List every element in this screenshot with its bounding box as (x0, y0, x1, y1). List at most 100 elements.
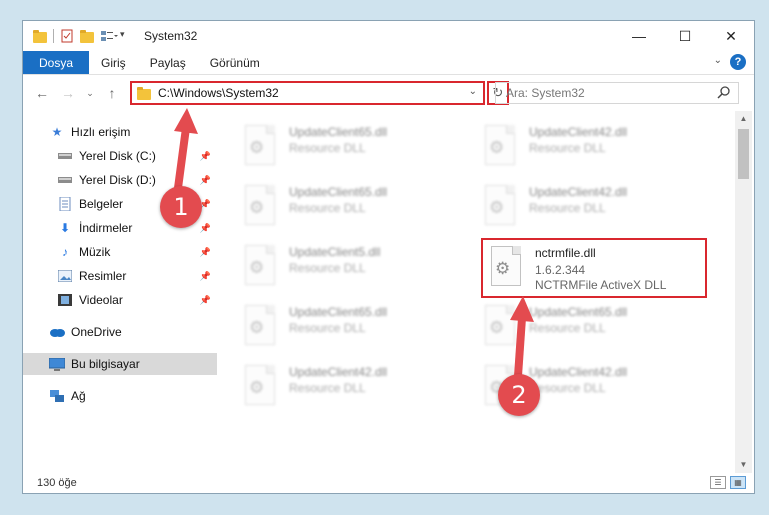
drive-icon (57, 173, 73, 187)
navigation-bar: ← → ⌄ ↑ C:\Windows\System32 ⌄ ↻ Ara: Sys… (23, 75, 754, 111)
dll-file-icon: ⚙ (487, 244, 525, 290)
scroll-down-icon[interactable]: ▼ (735, 457, 752, 473)
file-description: Resource DLL (289, 261, 366, 275)
file-list: ⚙ UpdateClient65.dll Resource DLL ⚙ Updat… (219, 115, 733, 471)
sidebar-item-local-disk-c[interactable]: Yerel Disk (C:) 📌 (23, 145, 217, 167)
file-description: Resource DLL (529, 141, 606, 155)
forward-arrow-icon[interactable]: → (57, 85, 79, 101)
sidebar-item-label: Yerel Disk (C:) (79, 149, 156, 163)
customize-toolbar-icon[interactable]: ▾ (120, 29, 134, 43)
recent-locations-icon[interactable]: ⌄ (79, 88, 101, 99)
view-toggle: ☰ ▦ (710, 476, 746, 489)
file-tile[interactable]: ⚙ UpdateClient42.dll Resource DLL (481, 183, 701, 237)
ribbon-tabs: Dosya Giriş Paylaş Görünüm ⌄ ? (23, 51, 754, 75)
file-tile[interactable]: ⚙ UpdateClient5.dll Resource DLL (241, 243, 461, 297)
tab-view[interactable]: Görünüm (198, 51, 272, 74)
sidebar-item-network[interactable]: Ağ (23, 385, 217, 407)
sidebar-item-this-pc[interactable]: Bu bilgisayar (23, 353, 217, 375)
sidebar-item-videos[interactable]: Videolar 📌 (23, 289, 217, 311)
file-tile[interactable]: ⚙ UpdateClient65.dll Resource DLL (241, 123, 461, 177)
file-tile[interactable]: ⚙ UpdateClient42.dll Resource DLL (241, 363, 461, 417)
tab-home[interactable]: Giriş (89, 51, 138, 74)
file-tile[interactable]: ⚙ UpdateClient42.dll Resource DLL (481, 123, 701, 177)
file-name: UpdateClient42.dll (529, 365, 628, 379)
dll-file-icon: ⚙ (241, 303, 279, 349)
tab-share[interactable]: Paylaş (138, 51, 198, 74)
sidebar-item-onedrive[interactable]: OneDrive (23, 321, 217, 343)
network-icon (49, 389, 65, 403)
video-icon (57, 293, 73, 307)
file-name: nctrmfile.dll (535, 246, 596, 260)
file-description: Resource DLL (529, 321, 606, 335)
sidebar-item-music[interactable]: ♪ Müzik 📌 (23, 241, 217, 263)
view-options-icon[interactable] (100, 29, 118, 43)
tab-file[interactable]: Dosya (23, 51, 90, 74)
file-name: UpdateClient42.dll (529, 185, 628, 199)
file-tile[interactable]: ⚙ UpdateClient65.dll Resource DLL (241, 303, 461, 357)
cloud-icon (49, 325, 65, 339)
tiles-view-icon[interactable]: ▦ (730, 476, 746, 489)
sidebar-item-label: Yerel Disk (D:) (79, 173, 156, 187)
expand-ribbon-icon[interactable]: ⌄ (714, 55, 722, 66)
music-icon: ♪ (62, 245, 68, 259)
details-view-icon[interactable]: ☰ (710, 476, 726, 489)
pin-icon[interactable]: 📌 (200, 151, 211, 162)
new-folder-icon[interactable] (80, 29, 94, 43)
dll-file-icon: ⚙ (481, 183, 519, 229)
address-path: C:\Windows\System32 (158, 86, 279, 100)
sidebar-item-label: Belgeler (79, 197, 124, 211)
folder-icon (33, 29, 47, 43)
window-controls: — ☐ ✕ (616, 21, 754, 51)
file-name: UpdateClient65.dll (289, 305, 388, 319)
pin-icon[interactable]: 📌 (200, 223, 211, 234)
pin-icon[interactable]: 📌 (200, 247, 211, 258)
file-description: Resource DLL (529, 381, 606, 395)
close-button[interactable]: ✕ (708, 21, 754, 51)
up-arrow-icon[interactable]: ↑ (101, 85, 123, 101)
back-arrow-icon[interactable]: ← (31, 85, 53, 101)
sidebar-item-label: Videolar (79, 293, 123, 307)
divider (53, 29, 54, 43)
file-name: UpdateClient42.dll (289, 365, 388, 379)
computer-icon (49, 357, 65, 371)
search-input[interactable]: Ara: System32 (495, 82, 739, 104)
file-description: Resource DLL (289, 141, 366, 155)
pin-icon[interactable]: 📌 (200, 295, 211, 306)
file-version: 1.6.2.344 (535, 263, 586, 277)
maximize-button[interactable]: ☐ (662, 21, 708, 51)
file-description: Resource DLL (289, 201, 366, 215)
search-placeholder: Ara: System32 (506, 86, 585, 100)
chevron-down-icon[interactable]: ⌄ (469, 86, 477, 97)
scroll-up-icon[interactable]: ▲ (735, 111, 752, 127)
file-tile[interactable]: ⚙ UpdateClient65.dll Resource DLL (481, 303, 701, 357)
pictures-icon (57, 269, 73, 283)
pin-icon[interactable]: 📌 (200, 175, 211, 186)
file-name: UpdateClient5.dll (289, 245, 381, 259)
dll-file-icon: ⚙ (241, 183, 279, 229)
sidebar-item-label: İndirmeler (79, 221, 133, 235)
dll-file-icon: ⚙ (481, 303, 519, 349)
sidebar-item-label: Bu bilgisayar (71, 357, 140, 371)
dll-file-icon: ⚙ (241, 363, 279, 409)
properties-icon[interactable] (60, 29, 74, 43)
file-tile-nctrmfile[interactable]: ⚙ nctrmfile.dll 1.6.2.344 NCTRMFile Acti… (481, 238, 707, 298)
file-name: UpdateClient65.dll (529, 305, 628, 319)
dll-file-icon: ⚙ (241, 123, 279, 169)
address-bar[interactable]: C:\Windows\System32 ⌄ (130, 81, 485, 105)
file-tile[interactable]: ⚙ UpdateClient65.dll Resource DLL (241, 183, 461, 237)
file-description: Resource DLL (289, 321, 366, 335)
vertical-scrollbar[interactable]: ▲ ▼ (735, 111, 752, 473)
pin-icon[interactable]: 📌 (200, 271, 211, 282)
sidebar-item-pictures[interactable]: Resimler 📌 (23, 265, 217, 287)
file-description: Resource DLL (529, 201, 606, 215)
item-count: 130 öğe (37, 477, 77, 489)
documents-icon (57, 197, 73, 211)
minimize-button[interactable]: — (616, 21, 662, 51)
sidebar-item-quick-access[interactable]: ★ Hızlı erişim (23, 121, 217, 143)
file-description: NCTRMFile ActiveX DLL (535, 278, 667, 292)
file-name: UpdateClient65.dll (289, 125, 388, 139)
callout-badge-1: 1 (160, 186, 202, 228)
scrollbar-thumb[interactable] (738, 129, 749, 179)
help-button[interactable]: ? (730, 54, 746, 70)
sidebar-item-label: Ağ (71, 389, 86, 403)
